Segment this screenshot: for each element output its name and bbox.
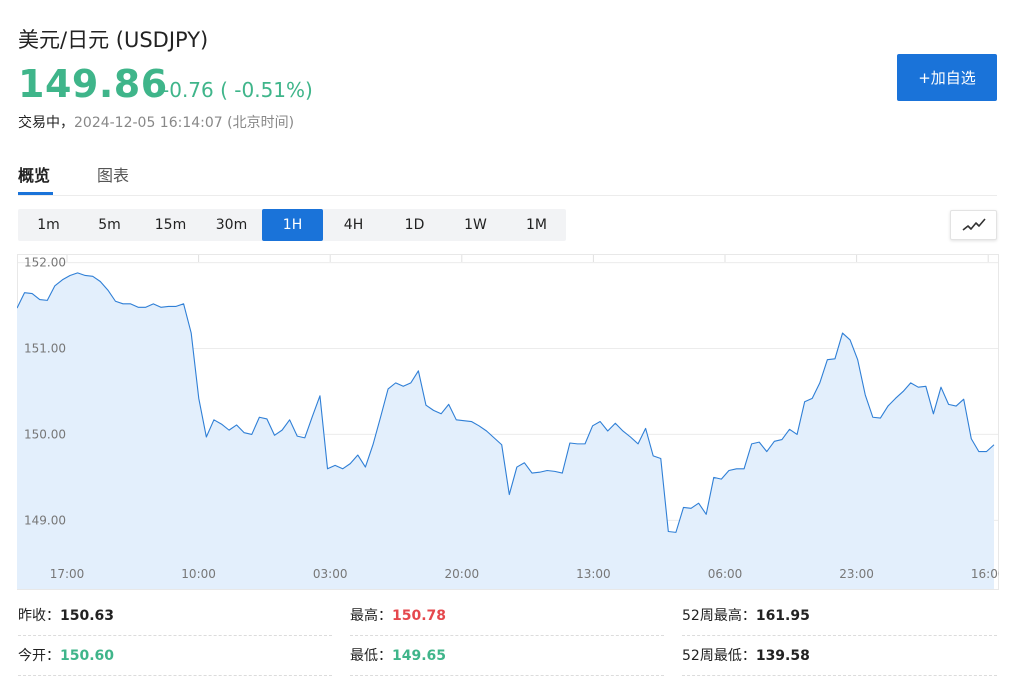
stat-value: 139.58 — [755, 648, 810, 664]
interval-1h[interactable]: 1H — [262, 209, 323, 241]
interval-15m[interactable]: 15m — [140, 209, 201, 241]
interval-5m[interactable]: 5m — [79, 209, 140, 241]
x-tick-label: 03:00 — [313, 567, 348, 581]
tab-overview[interactable]: 概览 — [18, 162, 50, 186]
y-tick-label: 150.00 — [24, 427, 66, 441]
chart-type-toggle[interactable] — [950, 210, 997, 240]
x-tick-label: 16:00 — [971, 567, 999, 581]
interval-1w[interactable]: 1W — [445, 209, 506, 241]
interval-4h[interactable]: 4H — [323, 209, 384, 241]
stat-value: 150.60 — [60, 648, 115, 664]
stat-low: 最低：149.65 — [350, 640, 664, 676]
stat-label: 昨收： — [18, 608, 60, 624]
instrument-title: 美元/日元 (USDJPY) — [18, 28, 209, 52]
y-tick-label: 152.00 — [24, 256, 66, 270]
price-chart-svg: 152.00 151.00 150.00 149.00 17:00 10:00 03:00 2… — [17, 254, 999, 590]
stat-52w-low: 52周最低：139.58 — [682, 640, 997, 676]
stat-prev-close: 昨收：150.63 — [18, 600, 332, 636]
x-tick-label: 06:00 — [708, 567, 743, 581]
quote-timestamp: 2024-12-05 16:14:07 (北京时间) — [74, 115, 295, 131]
y-tick-label: 151.00 — [24, 342, 66, 356]
stat-value: 161.95 — [755, 608, 810, 624]
stat-open: 今开：150.60 — [18, 640, 332, 676]
stat-label: 52周最高： — [682, 608, 756, 624]
y-tick-label: 149.00 — [24, 513, 66, 527]
price-chart: 152.00 151.00 150.00 149.00 17:00 10:00 03:00 2… — [17, 254, 999, 592]
interval-selector: 1m 5m 15m 30m 1H 4H 1D 1W 1M — [18, 209, 566, 241]
stat-high: 最高：150.78 — [350, 600, 664, 636]
stat-value: 149.65 — [392, 648, 447, 664]
tab-bar: 概览 图表 — [18, 158, 997, 196]
line-chart-icon — [962, 218, 986, 231]
interval-1mo[interactable]: 1M — [506, 209, 567, 241]
x-tick-label: 13:00 — [576, 567, 611, 581]
add-to-watchlist-button[interactable]: +加自选 — [897, 54, 997, 101]
stat-label: 今开： — [18, 648, 60, 664]
x-tick-label: 23:00 — [839, 567, 874, 581]
trading-status-label: 交易中， — [18, 115, 74, 131]
interval-1d[interactable]: 1D — [384, 209, 445, 241]
stat-value: 150.63 — [60, 608, 115, 624]
interval-30m[interactable]: 30m — [201, 209, 262, 241]
current-price: 149.86 — [18, 62, 168, 106]
x-tick-label: 17:00 — [50, 567, 85, 581]
stat-label: 最高： — [350, 608, 392, 624]
interval-1m[interactable]: 1m — [18, 209, 79, 241]
active-tab-underline — [18, 192, 53, 195]
x-tick-label: 10:00 — [181, 567, 216, 581]
stat-label: 52周最低： — [682, 648, 756, 664]
x-tick-label: 20:00 — [445, 567, 480, 581]
stat-52w-high: 52周最高：161.95 — [682, 600, 997, 636]
tab-chart[interactable]: 图表 — [97, 162, 129, 186]
trading-status: 交易中，2024-12-05 16:14:07 (北京时间) — [18, 112, 294, 132]
price-change: -0.76 ( -0.51%) — [162, 78, 313, 102]
stat-value: 150.78 — [392, 608, 447, 624]
stat-label: 最低： — [350, 648, 392, 664]
